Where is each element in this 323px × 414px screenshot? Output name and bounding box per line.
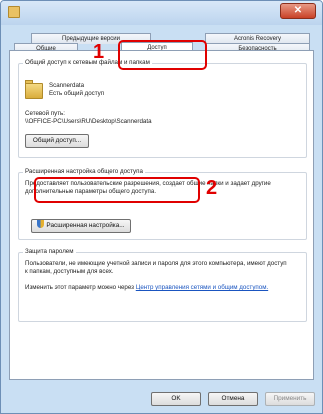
title-bar: ✕	[1, 1, 322, 25]
network-path-label: Сетевой путь:	[25, 110, 65, 117]
cancel-button[interactable]: Отмена	[208, 392, 258, 406]
network-center-link[interactable]: Центр управления сетями и общим доступом…	[136, 284, 268, 291]
password-protection-group: Защита паролем Пользователи, не имеющие …	[18, 248, 307, 322]
password-protection-group-title: Защита паролем	[23, 248, 76, 255]
share-status: Есть общий доступ	[49, 90, 105, 97]
dialog-button-bar: OK Отмена Применить	[1, 383, 322, 413]
folder-name: Scannerdata	[49, 82, 85, 89]
sharing-panel: Общий доступ к сетевым файлам и папкам S…	[9, 50, 314, 380]
uac-shield-icon	[37, 220, 45, 228]
advanced-sharing-group-title: Расширенная настройка общего доступа	[23, 168, 145, 175]
network-share-group: Общий доступ к сетевым файлам и папкам S…	[18, 59, 307, 158]
ok-button[interactable]: OK	[151, 392, 201, 406]
apply-button: Применить	[265, 392, 315, 406]
folder-icon	[8, 6, 20, 18]
advanced-sharing-button[interactable]: Расширенная настройка...	[31, 219, 131, 233]
network-path-value: \\OFFICE-PC\Users\RU\Desktop\Scannerdata	[25, 118, 152, 125]
share-button[interactable]: Общий доступ...	[25, 134, 89, 148]
callout-number-2: 2	[206, 177, 218, 199]
callout-box-1	[118, 40, 207, 70]
callout-number-1: 1	[93, 41, 105, 63]
close-button[interactable]: ✕	[280, 3, 316, 19]
callout-box-2	[34, 177, 200, 203]
properties-window: ✕ Предыдущие версии Acronis Recovery Общ…	[0, 0, 323, 414]
password-protection-description: Пользователи, не имеющие учетной записи …	[25, 260, 287, 275]
advanced-sharing-button-label: Расширенная настройка...	[46, 222, 125, 229]
password-change-text: Изменить этот параметр можно через Центр…	[25, 284, 291, 292]
window-title	[25, 8, 145, 16]
password-change-prefix: Изменить этот параметр можно через	[25, 284, 136, 291]
shared-folder-icon	[25, 83, 43, 99]
